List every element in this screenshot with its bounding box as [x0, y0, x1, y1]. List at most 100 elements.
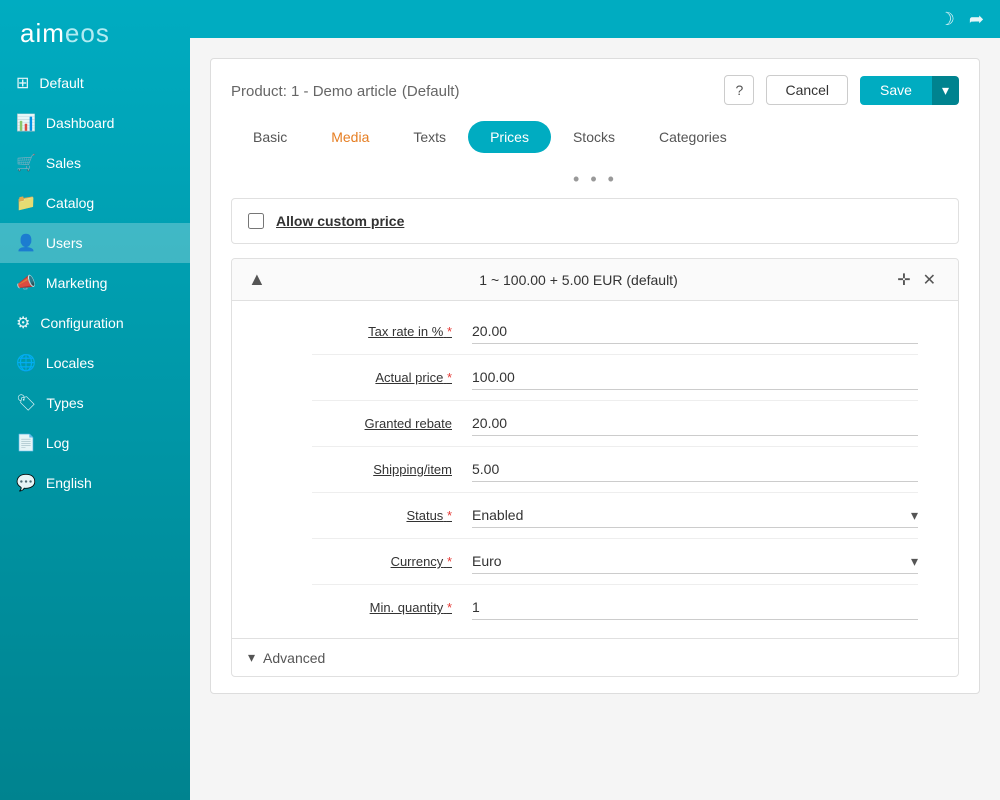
sidebar-item-sales[interactable]: 🛒 Sales: [0, 143, 190, 183]
granted-rebate-row: Granted rebate: [312, 401, 918, 447]
min-quantity-row: Min. quantity *: [312, 585, 918, 630]
sidebar-item-label: English: [46, 475, 92, 491]
required-marker: *: [447, 508, 452, 523]
sidebar-item-label: Log: [46, 435, 69, 451]
currency-select[interactable]: Euro USD GBP: [472, 549, 911, 573]
marketing-icon: 📣: [16, 273, 36, 293]
custom-price-label: Allow custom price: [276, 213, 404, 229]
collapse-button[interactable]: ▲: [248, 269, 266, 290]
tab-media[interactable]: Media: [309, 121, 391, 153]
dots-row: • • •: [231, 165, 959, 198]
sidebar-item-label: Users: [46, 235, 83, 251]
sidebar-item-log[interactable]: 📄 Log: [0, 423, 190, 463]
actual-price-label: Actual price *: [312, 370, 472, 385]
advanced-row[interactable]: ▾ Advanced: [232, 638, 958, 676]
price-block-title: 1 ~ 100.00 + 5.00 EUR (default): [266, 272, 891, 288]
save-dropdown-button[interactable]: ▾: [932, 76, 959, 105]
price-block-header: ▲ 1 ~ 100.00 + 5.00 EUR (default) ✛ ✕: [232, 259, 958, 301]
advanced-label: Advanced: [263, 650, 325, 666]
status-select[interactable]: Enabled Disabled: [472, 503, 911, 527]
shipping-item-label: Shipping/item: [312, 462, 472, 477]
cancel-button[interactable]: Cancel: [766, 75, 848, 105]
product-card: Product: 1 - Demo article (Default) ? Ca…: [210, 58, 980, 694]
sidebar-item-label: Marketing: [46, 275, 107, 291]
sidebar-nav: ⊞ Default 📊 Dashboard 🛒 Sales 📁 Catalog …: [0, 63, 190, 503]
tab-bar: Basic Media Texts Prices Stocks Categori…: [231, 121, 959, 153]
granted-rebate-input[interactable]: [472, 411, 918, 436]
sidebar-item-english[interactable]: 💬 English: [0, 463, 190, 503]
locales-icon: 🌐: [16, 353, 36, 373]
sales-icon: 🛒: [16, 153, 36, 173]
required-marker: *: [447, 370, 452, 385]
currency-row: Currency * Euro USD GBP ▾: [312, 539, 918, 585]
tax-rate-input[interactable]: [472, 319, 918, 344]
sidebar-item-locales[interactable]: 🌐 Locales: [0, 343, 190, 383]
dashboard-icon: 📊: [16, 113, 36, 133]
delete-icon[interactable]: ✕: [917, 270, 942, 290]
custom-price-section: Allow custom price: [231, 198, 959, 244]
types-icon: 🏷: [16, 393, 36, 413]
status-row: Status * Enabled Disabled ▾: [312, 493, 918, 539]
exit-icon[interactable]: ➦: [969, 9, 984, 30]
shipping-item-input[interactable]: [472, 457, 918, 482]
product-header: Product: 1 - Demo article (Default) ? Ca…: [231, 75, 959, 105]
sidebar-item-label: Dashboard: [46, 115, 115, 131]
min-quantity-label: Min. quantity *: [312, 600, 472, 615]
actual-price-input[interactable]: [472, 365, 918, 390]
sidebar-item-default[interactable]: ⊞ Default: [0, 63, 190, 103]
custom-price-checkbox[interactable]: [248, 213, 264, 229]
actual-price-row: Actual price *: [312, 355, 918, 401]
users-icon: 👤: [16, 233, 36, 253]
tax-rate-label: Tax rate in % *: [312, 324, 472, 339]
tax-rate-row: Tax rate in % *: [312, 309, 918, 355]
sidebar-item-label: Locales: [46, 355, 94, 371]
custom-price-row: Allow custom price: [232, 199, 958, 243]
sidebar: aimeos ⊞ Default 📊 Dashboard 🛒 Sales 📁 C…: [0, 0, 190, 800]
configuration-icon: ⚙: [16, 313, 30, 333]
topbar: ☽ ➦: [190, 0, 1000, 38]
default-icon: ⊞: [16, 73, 29, 93]
save-button[interactable]: Save: [860, 76, 932, 105]
logo: aimeos: [0, 0, 190, 63]
chevron-down-icon: ▾: [248, 649, 255, 666]
status-label: Status *: [312, 508, 472, 523]
content-area: Product: 1 - Demo article (Default) ? Ca…: [190, 38, 1000, 800]
shipping-item-row: Shipping/item: [312, 447, 918, 493]
main-content: ☽ ➦ Product: 1 - Demo article (Default) …: [190, 0, 1000, 800]
sidebar-item-label: Configuration: [40, 315, 123, 331]
granted-rebate-label: Granted rebate: [312, 416, 472, 431]
price-form: Tax rate in % * Actual price *: [232, 301, 958, 638]
move-icon[interactable]: ✛: [891, 270, 916, 290]
currency-select-wrapper: Euro USD GBP ▾: [472, 549, 918, 574]
sidebar-item-configuration[interactable]: ⚙ Configuration: [0, 303, 190, 343]
tab-prices[interactable]: Prices: [468, 121, 551, 153]
log-icon: 📄: [16, 433, 36, 453]
tab-texts[interactable]: Texts: [391, 121, 468, 153]
sidebar-item-label: Default: [39, 75, 83, 91]
tab-basic[interactable]: Basic: [231, 121, 309, 153]
chevron-down-icon: ▾: [911, 507, 918, 524]
save-button-group: Save ▾: [860, 76, 959, 105]
sidebar-item-types[interactable]: 🏷 Types: [0, 383, 190, 423]
tab-stocks[interactable]: Stocks: [551, 121, 637, 153]
sidebar-item-label: Types: [46, 395, 83, 411]
chevron-down-icon: ▾: [911, 553, 918, 570]
product-title: Product: 1 - Demo article (Default): [231, 80, 712, 101]
sidebar-item-marketing[interactable]: 📣 Marketing: [0, 263, 190, 303]
required-marker: *: [447, 554, 452, 569]
tab-categories[interactable]: Categories: [637, 121, 749, 153]
english-icon: 💬: [16, 473, 36, 493]
price-block: ▲ 1 ~ 100.00 + 5.00 EUR (default) ✛ ✕ Ta…: [231, 258, 959, 677]
sidebar-item-catalog[interactable]: 📁 Catalog: [0, 183, 190, 223]
product-label: (Default): [402, 83, 460, 100]
moon-icon[interactable]: ☽: [939, 9, 955, 30]
min-quantity-input[interactable]: [472, 595, 918, 620]
required-marker: *: [447, 600, 452, 615]
required-marker: *: [447, 324, 452, 339]
sidebar-item-users[interactable]: 👤 Users: [0, 223, 190, 263]
sidebar-item-label: Sales: [46, 155, 81, 171]
currency-label: Currency *: [312, 554, 472, 569]
help-button[interactable]: ?: [724, 75, 754, 105]
sidebar-item-dashboard[interactable]: 📊 Dashboard: [0, 103, 190, 143]
catalog-icon: 📁: [16, 193, 36, 213]
